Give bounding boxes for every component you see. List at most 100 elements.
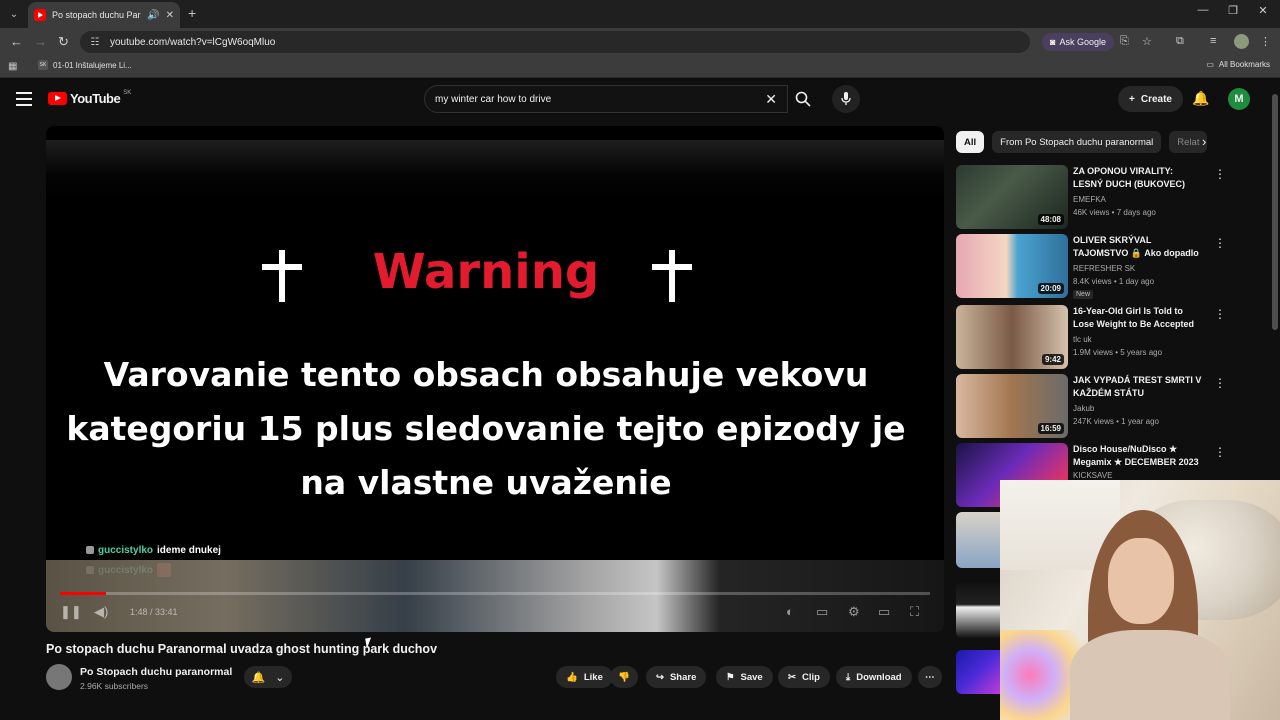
site-info-icon[interactable]: ☷ [88,35,102,49]
window-close-icon[interactable]: ✕ [1248,4,1278,17]
theater-mode-icon[interactable]: ▭ [878,604,890,620]
minimize-icon[interactable]: — [1188,4,1218,16]
more-actions-button[interactable]: ⋯ [918,666,942,688]
recommendation-channel[interactable]: REFRESHER SK [1073,264,1135,273]
save-button[interactable]: ⚑ Save [716,666,773,688]
like-button[interactable]: 👍 Like [556,666,613,688]
recommendation-meta: 247K views • 1 year ago [1073,417,1159,426]
more-vertical-icon[interactable]: ⋮ [1214,445,1226,459]
create-button[interactable]: + Create [1118,86,1183,112]
browser-tab-active[interactable]: Po stopach duchu Paranormal 🔊 ✕ [28,2,180,28]
reading-list-icon[interactable]: ≡ [1210,35,1216,47]
logo-text: YouTube [70,91,121,106]
close-tab-icon[interactable]: ✕ [166,10,174,21]
more-vertical-icon[interactable]: ⋮ [1214,376,1226,390]
subtitles-icon[interactable]: ▭ [816,604,828,620]
clip-button[interactable]: ✂ Clip [778,666,830,688]
youtube-play-icon [48,92,67,105]
speaker-icon[interactable]: 🔊 [147,10,159,21]
video-duration: 48:08 [1037,214,1064,225]
search-icon [795,91,811,107]
settings-gear-icon[interactable]: ⚙ [848,604,860,620]
video-thumbnail[interactable] [956,650,1000,694]
pause-icon[interactable]: ❚❚ [60,604,82,620]
menu-icon[interactable] [16,92,32,106]
browser-menu-icon[interactable]: ⋮ [1260,35,1271,48]
search-input[interactable]: my winter car how to drive ✕ [424,85,788,113]
recommendation-title[interactable]: 16-Year-Old Girl Is Told to Lose Weight … [1073,305,1205,331]
chip-from-channel[interactable]: From Po Stopach duchu paranormal [992,131,1162,153]
back-icon[interactable]: ← [10,34,23,49]
create-label: Create [1140,93,1172,105]
lens-icon: ◙ [1050,37,1056,47]
time-display: 1:48 / 33:41 [130,607,178,617]
video-duration: 9:42 [1041,354,1064,365]
more-vertical-icon[interactable]: ⋮ [1214,167,1226,181]
share-button[interactable]: ↪ Share [646,666,707,688]
apps-grid-icon[interactable]: ▦ [8,61,17,72]
subscription-bell-button[interactable]: 🔔 ⌄ [244,666,292,688]
forward-icon[interactable]: → [34,34,47,49]
new-tab-icon[interactable]: + [188,5,196,21]
recommendation-channel[interactable]: KICKSAVE [1073,471,1112,480]
recommendation-item[interactable]: 48:08 ZA OPONOU VIRALITY: LESNÝ DUCH (BU… [956,165,1226,229]
search-button[interactable] [788,85,818,113]
recommendation-channel[interactable]: tlc uk [1073,335,1092,344]
address-bar[interactable]: ☷ youtube.com/watch?v=lCgW6oqMluo [80,31,1030,53]
warning-banner: Warning [46,244,944,308]
install-app-icon[interactable]: ⎘ [1120,35,1129,48]
page-scrollbar[interactable] [1272,94,1278,330]
restore-icon[interactable]: ❐ [1218,4,1248,17]
video-thumbnail[interactable]: 48:08 [956,165,1068,229]
download-button[interactable]: ⤓ Download [836,666,912,688]
dislike-button[interactable]: 👎 [610,666,638,688]
volume-icon[interactable]: ◀) [94,604,108,620]
bookmark-star-icon[interactable]: ☆ [1142,35,1152,48]
video-player[interactable]: Warning Varovanie tento obsach obsahuje … [46,126,944,632]
bookmark-item[interactable]: SK 01-01 Inštalujeme Li... [38,60,132,70]
reload-icon[interactable]: ↻ [58,34,69,50]
chat-message: guccistylko ideme dnukej [86,540,221,560]
youtube-logo[interactable]: YouTube SK [48,90,131,106]
ask-google-button[interactable]: ◙ Ask Google [1042,33,1114,51]
clip-label: Clip [801,671,820,683]
recommendation-channel[interactable]: Jakub [1073,404,1094,413]
webcam-person-face [1108,538,1174,624]
more-vertical-icon[interactable]: ⋮ [1214,307,1226,321]
video-thumbnail[interactable]: 16:59 [956,374,1068,438]
fullscreen-icon[interactable]: ⛶ [910,604,919,620]
chip-all[interactable]: All [956,131,985,153]
video-thumbnail[interactable]: 9:42 [956,305,1068,369]
recommendation-title[interactable]: Disco House/NuDisco ★ Megamix ★ DECEMBER… [1073,443,1205,469]
all-bookmarks-button[interactable]: ▭ All Bookmarks [1206,60,1270,69]
browser-profile-avatar[interactable] [1234,34,1249,49]
progress-bar[interactable] [60,592,930,595]
folder-icon: ▭ [1206,60,1214,69]
voice-search-button[interactable] [832,85,860,113]
recommendation-channel[interactable]: EMEFKA [1073,195,1106,204]
channel-name[interactable]: Po Stopach duchu paranormal [80,666,232,678]
chevron-right-icon[interactable]: › [1202,134,1206,149]
recommendation-title[interactable]: JAK VYPADÁ TREST SMRTI V KAŽDÉM STÁTU [1073,374,1205,400]
bookmarks-bar: ▦ SK 01-01 Inštalujeme Li... ▭ All Bookm… [0,56,1280,78]
bookmark-label: 01-01 Inštalujeme Li... [53,60,132,70]
channel-avatar[interactable] [46,664,72,690]
account-avatar[interactable]: M [1228,88,1250,110]
video-thumbnail[interactable]: 20:09 [956,234,1068,298]
recommendation-item[interactable]: 9:42 16-Year-Old Girl Is Told to Lose We… [956,305,1226,369]
webcam-person-body [1070,630,1230,720]
recommendation-title[interactable]: OLIVER SKRÝVAL TAJOMSTVO 🔒 Ako dopadlo M… [1073,234,1205,260]
clear-search-icon[interactable]: ✕ [765,91,777,108]
more-vertical-icon[interactable]: ⋮ [1214,236,1226,250]
recommendation-title[interactable]: ZA OPONOU VIRALITY: LESNÝ DUCH (BUKOVEC) [1073,165,1205,191]
extensions-icon[interactable]: ⧉ [1176,35,1184,48]
recommendation-item[interactable]: 20:09 OLIVER SKRÝVAL TAJOMSTVO 🔒 Ako dop… [956,234,1226,299]
notifications-bell-icon[interactable]: 🔔 [1192,90,1209,107]
video-thumbnail[interactable] [956,512,1000,568]
video-frame-bottom [46,560,944,632]
recommendation-item[interactable]: 16:59 JAK VYPADÁ TREST SMRTI V KAŽDÉM ST… [956,374,1226,438]
tab-search-icon[interactable]: ⌄ [4,4,24,24]
video-thumbnail[interactable] [956,582,1000,638]
autoplay-toggle-icon[interactable]: ◐ [786,604,794,619]
cross-right-icon [652,250,692,302]
